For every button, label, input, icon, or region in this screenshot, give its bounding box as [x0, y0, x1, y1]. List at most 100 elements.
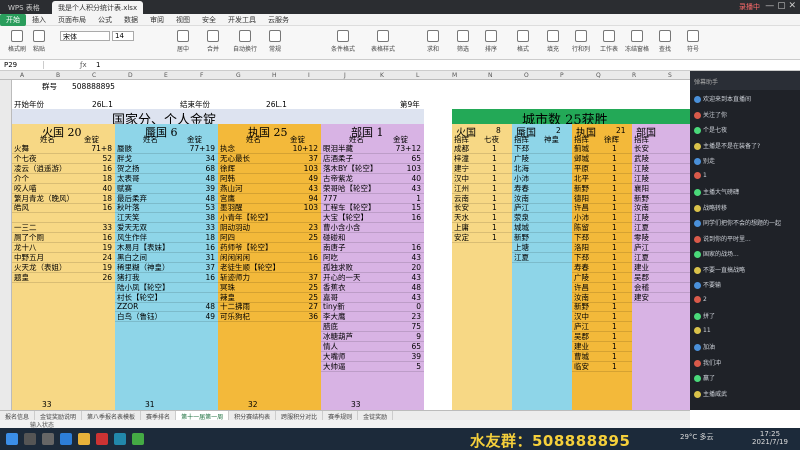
city-flag[interactable]: 1 [612, 253, 617, 262]
player-gold[interactable]: 16 [80, 233, 112, 242]
player-name[interactable]: 村长【轮空】 [117, 293, 183, 302]
column-letter[interactable]: K [380, 72, 384, 79]
city-flag[interactable]: 1 [612, 293, 617, 302]
city-name[interactable]: 北海 [514, 164, 544, 173]
player-gold[interactable]: 48 [183, 194, 215, 203]
player-name[interactable]: 阿韩 [220, 174, 286, 183]
wps-icon[interactable] [96, 433, 108, 445]
player-gold[interactable]: 40 [80, 184, 112, 193]
player-name[interactable]: 稀里糊（神皇） [117, 263, 183, 272]
city-name[interactable]: 许昌 [574, 283, 604, 292]
player-name[interactable]: 闲闲闲闲 [220, 253, 286, 262]
city-name[interactable]: 洛阳 [574, 243, 604, 252]
city-flag[interactable]: 1 [492, 174, 497, 183]
column-letter[interactable]: N [488, 72, 493, 79]
city-name[interactable]: 汝南 [574, 293, 604, 302]
city-name[interactable]: 寿春 [574, 263, 604, 272]
player-name[interactable]: 一三二 [14, 223, 80, 232]
app-tab[interactable]: WPS 表格 [2, 1, 46, 14]
city-flag[interactable]: 1 [492, 223, 497, 232]
player-gold[interactable] [286, 243, 318, 252]
city-name[interactable]: 邺城 [574, 154, 604, 163]
ribbon-button[interactable]: 排序 [478, 30, 504, 53]
city-flag[interactable]: 1 [612, 332, 617, 341]
player-name[interactable]: 冥珠 [220, 283, 286, 292]
player-gold[interactable]: 18 [183, 233, 215, 242]
player-gold[interactable]: 26 [80, 273, 112, 282]
player-name[interactable]: 大宝【轮空】 [323, 213, 389, 222]
player-name[interactable]: 腊底 [323, 322, 389, 331]
player-gold[interactable]: 39 [389, 352, 421, 361]
city-flag[interactable]: 1 [612, 342, 617, 351]
player-name[interactable]: 孤独求败 [323, 263, 389, 272]
menu-item[interactable]: 公式 [92, 14, 118, 26]
task-view-icon[interactable] [42, 433, 54, 445]
ribbon-button[interactable]: 条件格式 [330, 30, 356, 53]
player-gold[interactable]: 52 [80, 154, 112, 163]
column-letter[interactable]: G [236, 72, 241, 79]
player-name[interactable]: 工程车【轮空】 [323, 203, 389, 212]
player-name[interactable]: 白鸟（鲁钰） [117, 312, 183, 321]
city-flag[interactable]: 1 [612, 223, 617, 232]
city-name[interactable]: 下邳 [574, 233, 604, 242]
player-gold[interactable]: 5 [389, 362, 421, 371]
ribbon-button[interactable]: 筛选 [450, 30, 476, 53]
player-gold[interactable]: 65 [389, 154, 421, 163]
player-name[interactable]: 贺之扬 [117, 164, 183, 173]
city-name[interactable]: 成都 [454, 144, 484, 153]
player-gold[interactable]: 25 [286, 233, 318, 242]
player-name[interactable]: 宫鹰 [220, 194, 286, 203]
ribbon-button[interactable]: 符号 [680, 30, 706, 53]
player-gold[interactable]: 31 [183, 253, 215, 262]
wechat-icon[interactable] [132, 433, 144, 445]
ribbon-button[interactable]: 居中 [170, 30, 196, 53]
player-name[interactable]: 火舞 [14, 144, 80, 153]
city-name[interactable]: 建安 [634, 293, 664, 302]
player-gold[interactable] [80, 213, 112, 222]
city-name[interactable]: 曹城 [574, 352, 604, 361]
column-letter[interactable]: Q [596, 72, 601, 79]
menu-item[interactable]: 开始 [0, 14, 26, 26]
city-flag[interactable]: 1 [492, 164, 497, 173]
player-name[interactable]: 燕山河 [220, 184, 286, 193]
player-gold[interactable]: 18 [80, 194, 112, 203]
city-name[interactable]: 新野 [514, 233, 544, 242]
fx-icon[interactable]: ƒx [80, 61, 87, 69]
column-letter[interactable]: E [164, 72, 168, 79]
city-name[interactable]: 庐江 [514, 203, 544, 212]
player-gold[interactable]: 48 [183, 302, 215, 311]
city-name[interactable]: 天水 [454, 213, 484, 222]
city-flag[interactable]: 1 [612, 243, 617, 252]
player-name[interactable]: 江天笑 [117, 213, 183, 222]
city-flag[interactable]: 1 [492, 203, 497, 212]
player-gold[interactable]: 37 [286, 273, 318, 282]
column-letter[interactable]: A [20, 72, 24, 79]
city-name[interactable]: 武陵 [634, 154, 664, 163]
player-name[interactable]: 陆小凤【轮空】 [117, 283, 183, 292]
city-name[interactable]: 江陵 [634, 174, 664, 183]
city-name[interactable]: 上塘 [514, 243, 544, 252]
city-flag[interactable]: 1 [492, 184, 497, 193]
city-name[interactable]: 江陵 [634, 213, 664, 222]
player-name[interactable]: 小青年【轮空】 [220, 213, 286, 222]
city-flag[interactable]: 1 [612, 164, 617, 173]
column-letter[interactable]: O [524, 72, 529, 79]
column-letter[interactable]: S [668, 72, 672, 79]
player-name[interactable]: 中野五月 [14, 253, 80, 262]
column-letter[interactable]: R [632, 72, 636, 79]
player-gold[interactable]: 18 [80, 174, 112, 183]
player-gold[interactable] [389, 223, 421, 232]
player-gold[interactable]: 75 [389, 322, 421, 331]
player-gold[interactable]: 16 [286, 253, 318, 262]
player-name[interactable]: 蜃骸 [117, 144, 183, 153]
player-gold[interactable]: 65 [389, 342, 421, 351]
player-name[interactable]: 南唐子 [323, 243, 389, 252]
player-name[interactable]: 老徒生顺【轮空】 [220, 263, 286, 272]
city-name[interactable]: 新野 [634, 194, 664, 203]
city-name[interactable]: 蓟城 [574, 144, 604, 153]
ribbon-button[interactable]: 冻结窗格 [624, 30, 650, 53]
city-name[interactable]: 江夏 [634, 223, 664, 232]
player-name[interactable]: 李大鹰 [323, 312, 389, 321]
city-name[interactable]: 下邳 [574, 253, 604, 262]
ribbon-button[interactable]: 行和列 [568, 30, 594, 53]
